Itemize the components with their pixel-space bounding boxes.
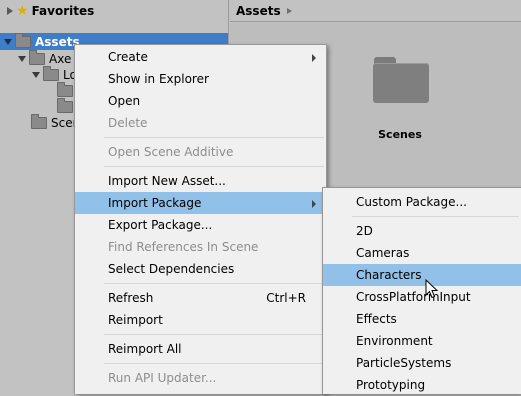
menu-label: Cameras [356, 246, 410, 260]
folder-icon [15, 33, 31, 48]
folder-icon [57, 82, 73, 97]
tree-item-lo[interactable]: Lo [0, 66, 77, 83]
menu-item-create[interactable]: Create [75, 46, 326, 68]
breadcrumb-assets[interactable]: Assets [236, 4, 281, 18]
scenes-folder-icon[interactable] [373, 57, 429, 123]
menu-label: Delete [108, 116, 148, 130]
context-menu: Create Show in Explorer Open Delete Open… [74, 44, 327, 394]
tree-item-label: Axe [49, 52, 72, 66]
menu-item-crossplatforminput[interactable]: CrossPlatformInput [323, 286, 521, 308]
menu-label: Effects [356, 312, 397, 326]
breadcrumb-arrow-icon [286, 7, 292, 14]
folder-icon [29, 50, 45, 65]
tree-item-axe[interactable]: Axe [0, 50, 72, 67]
menu-separator [104, 283, 324, 284]
menu-item-select-dependencies[interactable]: Select Dependencies [75, 258, 326, 280]
tree-item-subfolder-2[interactable] [0, 98, 77, 115]
menu-label: ParticleSystems [356, 356, 452, 370]
menu-separator [352, 216, 519, 217]
menu-item-run-api-updater: Run API Updater... [75, 367, 326, 389]
menu-item-characters[interactable]: Characters [323, 264, 521, 286]
menu-item-open[interactable]: Open [75, 90, 326, 112]
menu-label: Import New Asset... [108, 174, 226, 188]
menu-item-show-in-explorer[interactable]: Show in Explorer [75, 68, 326, 90]
menu-label: 2D [356, 224, 373, 238]
menu-label: Environment [356, 334, 433, 348]
menu-item-effects[interactable]: Effects [323, 308, 521, 330]
menu-separator [104, 334, 324, 335]
assets-label: Assets [35, 35, 80, 49]
menu-separator [104, 166, 324, 167]
menu-label: CrossPlatformInput [356, 290, 471, 304]
submenu-arrow-icon [312, 200, 316, 208]
menu-label: Import Package [108, 196, 202, 210]
menu-item-2d[interactable]: 2D [323, 220, 521, 242]
menu-item-particlesystems[interactable]: ParticleSystems [323, 352, 521, 374]
shortcut-label: Ctrl+R [266, 291, 306, 305]
menu-item-custom-package[interactable]: Custom Package... [323, 191, 521, 213]
collapse-arrow-icon[interactable] [32, 72, 40, 78]
collapse-arrow-icon[interactable] [4, 39, 12, 45]
tree-item-scenes[interactable]: Scen [0, 114, 80, 131]
scenes-folder-label[interactable]: Scenes [360, 128, 440, 141]
tree-item-assets[interactable]: Assets [0, 33, 80, 50]
menu-item-environment[interactable]: Environment [323, 330, 521, 352]
folder-icon [57, 98, 73, 113]
menu-item-open-scene-additive: Open Scene Additive [75, 141, 326, 163]
folder-icon [43, 66, 59, 81]
submenu-arrow-icon [312, 54, 316, 62]
star-icon: ★ [16, 3, 29, 19]
mouse-cursor-icon [425, 279, 439, 299]
folder-icon [31, 114, 47, 129]
menu-label: Show in Explorer [108, 72, 209, 86]
favorites-label: Favorites [31, 4, 95, 18]
menu-label: Refresh [108, 291, 154, 305]
menu-item-import-package[interactable]: Import Package [75, 192, 326, 214]
assets-breadcrumb-bar: Assets [230, 0, 521, 22]
menu-item-export-package[interactable]: Export Package... [75, 214, 326, 236]
menu-label: Run API Updater... [108, 371, 217, 385]
collapse-arrow-icon[interactable] [18, 56, 26, 62]
menu-label: Create [108, 50, 148, 64]
menu-item-import-new-asset[interactable]: Import New Asset... [75, 170, 326, 192]
menu-separator [104, 363, 324, 364]
menu-item-reimport-all[interactable]: Reimport All [75, 338, 326, 360]
menu-label: Reimport [108, 313, 163, 327]
menu-item-delete: Delete [75, 112, 326, 134]
menu-label: Open Scene Additive [108, 145, 234, 159]
tree-item-subfolder-1[interactable] [0, 82, 77, 99]
menu-item-reimport[interactable]: Reimport [75, 309, 326, 331]
menu-label: Characters [356, 268, 422, 282]
menu-label: Find References In Scene [108, 240, 259, 254]
menu-separator [104, 137, 324, 138]
expand-arrow-icon[interactable] [7, 7, 13, 15]
menu-label: Reimport All [108, 342, 182, 356]
menu-item-find-references: Find References In Scene [75, 236, 326, 258]
import-package-submenu: Custom Package... 2D Cameras Characters … [322, 187, 521, 394]
menu-label: Select Dependencies [108, 262, 235, 276]
menu-label: Export Package... [108, 218, 213, 232]
menu-label: Open [108, 94, 141, 108]
menu-label: Custom Package... [356, 195, 467, 209]
menu-item-refresh[interactable]: Refresh Ctrl+R [75, 287, 326, 309]
menu-item-prototyping[interactable]: Prototyping [323, 374, 521, 396]
menu-item-cameras[interactable]: Cameras [323, 242, 521, 264]
menu-label: Prototyping [356, 378, 426, 392]
tree-item-favorites[interactable]: ★ Favorites [0, 3, 94, 19]
